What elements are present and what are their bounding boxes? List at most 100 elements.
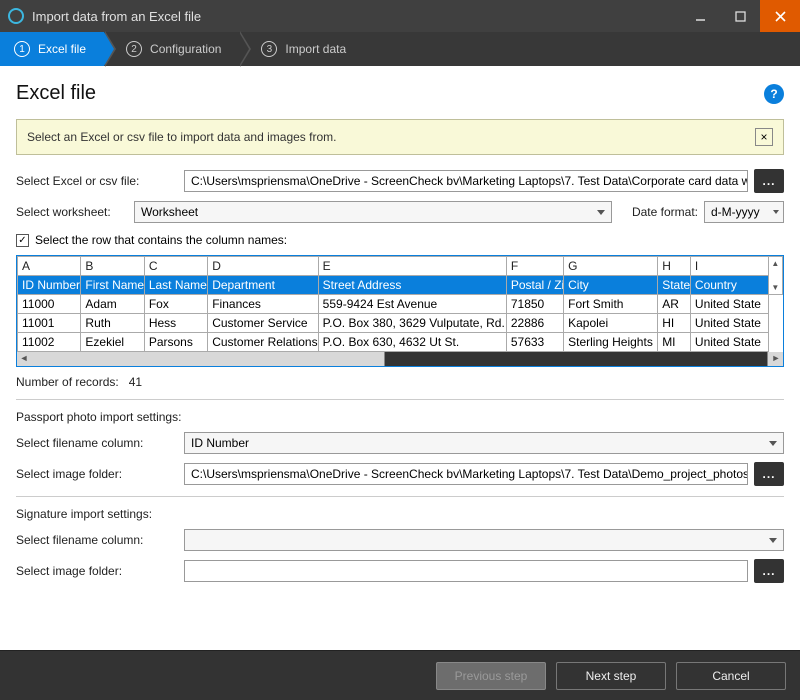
table-cell[interactable]: 11001: [18, 314, 81, 333]
col-header[interactable]: City: [564, 276, 658, 295]
passport-col-value: ID Number: [191, 436, 249, 450]
table-cell[interactable]: Kapolei: [564, 314, 658, 333]
table-cell[interactable]: 71850: [506, 295, 563, 314]
divider: [16, 496, 784, 497]
col-header[interactable]: ID Number: [18, 276, 81, 295]
step-number-icon: 3: [261, 41, 277, 57]
col-letter[interactable]: E: [318, 257, 506, 276]
passport-filename-column-select[interactable]: ID Number: [184, 432, 784, 454]
signature-col-label: Select filename column:: [16, 533, 178, 547]
table-cell[interactable]: United State: [690, 295, 768, 314]
help-button[interactable]: ?: [764, 84, 784, 104]
worksheet-select[interactable]: Worksheet: [134, 201, 612, 223]
info-banner: Select an Excel or csv file to import da…: [16, 119, 784, 155]
col-letter[interactable]: H: [658, 257, 691, 276]
app-icon: [8, 8, 24, 24]
table-cell[interactable]: 22886: [506, 314, 563, 333]
table-row[interactable]: 11000AdamFoxFinances559-9424 Est Avenue7…: [18, 295, 783, 314]
data-grid[interactable]: ABCDEFGHI▲▼ID NumberFirst NameLast NameD…: [16, 255, 784, 367]
next-step-button[interactable]: Next step: [556, 662, 666, 690]
maximize-button[interactable]: [720, 0, 760, 32]
horizontal-scrollbar[interactable]: ◄ ►: [17, 352, 783, 366]
header-row-checkbox[interactable]: ✓: [16, 234, 29, 247]
table-cell[interactable]: 11000: [18, 295, 81, 314]
col-letter[interactable]: G: [564, 257, 658, 276]
table-cell[interactable]: United State: [690, 333, 768, 352]
records-label: Number of records:: [16, 375, 119, 389]
scroll-left-icon[interactable]: ◄: [18, 352, 30, 364]
table-cell[interactable]: MI: [658, 333, 691, 352]
info-banner-close-button[interactable]: ×: [755, 128, 773, 146]
table-cell[interactable]: P.O. Box 380, 3629 Vulputate, Rd.: [318, 314, 506, 333]
passport-folder-input[interactable]: C:\Users\mspriensma\OneDrive - ScreenChe…: [184, 463, 748, 485]
table-cell[interactable]: Finances: [208, 295, 318, 314]
table-cell[interactable]: AR: [658, 295, 691, 314]
col-letter[interactable]: D: [208, 257, 318, 276]
step-configuration[interactable]: 2 Configuration: [104, 32, 239, 66]
table-cell[interactable]: Customer Relations: [208, 333, 318, 352]
vertical-scrollbar[interactable]: ▲▼: [768, 257, 782, 295]
step-number-icon: 2: [126, 41, 142, 57]
previous-step-button: Previous step: [436, 662, 546, 690]
minimize-button[interactable]: [680, 0, 720, 32]
step-excel-file[interactable]: 1 Excel file: [0, 32, 104, 66]
table-row[interactable]: 11002EzekielParsonsCustomer RelationsP.O…: [18, 333, 783, 352]
table-cell[interactable]: Hess: [144, 314, 207, 333]
signature-browse-button[interactable]: ...: [754, 559, 784, 583]
table-cell[interactable]: 559-9424 Est Avenue: [318, 295, 506, 314]
table-cell[interactable]: Sterling Heights: [564, 333, 658, 352]
table-cell[interactable]: 11002: [18, 333, 81, 352]
col-header[interactable]: Street Address: [318, 276, 506, 295]
passport-folder-label: Select image folder:: [16, 467, 178, 481]
col-letter[interactable]: A: [18, 257, 81, 276]
page-title: Excel file: [16, 82, 764, 105]
footer: Previous step Next step Cancel: [0, 650, 800, 700]
table-cell[interactable]: Ezekiel: [81, 333, 144, 352]
table-cell[interactable]: United State: [690, 314, 768, 333]
table-cell[interactable]: Ruth: [81, 314, 144, 333]
table-cell[interactable]: 57633: [506, 333, 563, 352]
table-cell[interactable]: P.O. Box 630, 4632 Ut St.: [318, 333, 506, 352]
col-letter[interactable]: C: [144, 257, 207, 276]
signature-filename-column-select[interactable]: [184, 529, 784, 551]
col-header[interactable]: Country: [690, 276, 768, 295]
date-format-label: Date format:: [632, 205, 698, 219]
signature-section-title: Signature import settings:: [16, 507, 784, 521]
step-import-data[interactable]: 3 Import data: [239, 32, 364, 66]
passport-browse-button[interactable]: ...: [754, 462, 784, 486]
col-header[interactable]: Department: [208, 276, 318, 295]
signature-folder-input[interactable]: [184, 560, 748, 582]
table-cell[interactable]: Fox: [144, 295, 207, 314]
col-letter[interactable]: I: [690, 257, 768, 276]
table-cell[interactable]: Fort Smith: [564, 295, 658, 314]
wizard-steps: 1 Excel file 2 Configuration 3 Import da…: [0, 32, 800, 66]
close-button[interactable]: [760, 0, 800, 32]
passport-col-label: Select filename column:: [16, 436, 178, 450]
scroll-right-icon[interactable]: ►: [770, 352, 782, 364]
step-number-icon: 1: [14, 41, 30, 57]
cancel-button[interactable]: Cancel: [676, 662, 786, 690]
table-row[interactable]: 11001RuthHessCustomer ServiceP.O. Box 38…: [18, 314, 783, 333]
table-cell[interactable]: Parsons: [144, 333, 207, 352]
divider: [16, 399, 784, 400]
titlebar: Import data from an Excel file: [0, 0, 800, 32]
table-cell[interactable]: Customer Service: [208, 314, 318, 333]
col-header[interactable]: State: [658, 276, 691, 295]
table-cell[interactable]: Adam: [81, 295, 144, 314]
date-format-value: d-M-yyyy: [711, 205, 760, 219]
worksheet-label: Select worksheet:: [16, 205, 128, 219]
browse-file-button[interactable]: ...: [754, 169, 784, 193]
col-letter[interactable]: B: [81, 257, 144, 276]
content-area: Excel file ? Select an Excel or csv file…: [0, 66, 800, 650]
table-cell[interactable]: HI: [658, 314, 691, 333]
col-letter[interactable]: F: [506, 257, 563, 276]
date-format-select[interactable]: d-M-yyyy: [704, 201, 784, 223]
info-banner-text: Select an Excel or csv file to import da…: [27, 130, 755, 144]
col-header[interactable]: First Name: [81, 276, 144, 295]
col-header[interactable]: Last Name: [144, 276, 207, 295]
col-header[interactable]: Postal / Zip: [506, 276, 563, 295]
step-label: Configuration: [150, 42, 221, 56]
step-label: Import data: [285, 42, 346, 56]
passport-section-title: Passport photo import settings:: [16, 410, 784, 424]
file-path-input[interactable]: C:\Users\mspriensma\OneDrive - ScreenChe…: [184, 170, 748, 192]
